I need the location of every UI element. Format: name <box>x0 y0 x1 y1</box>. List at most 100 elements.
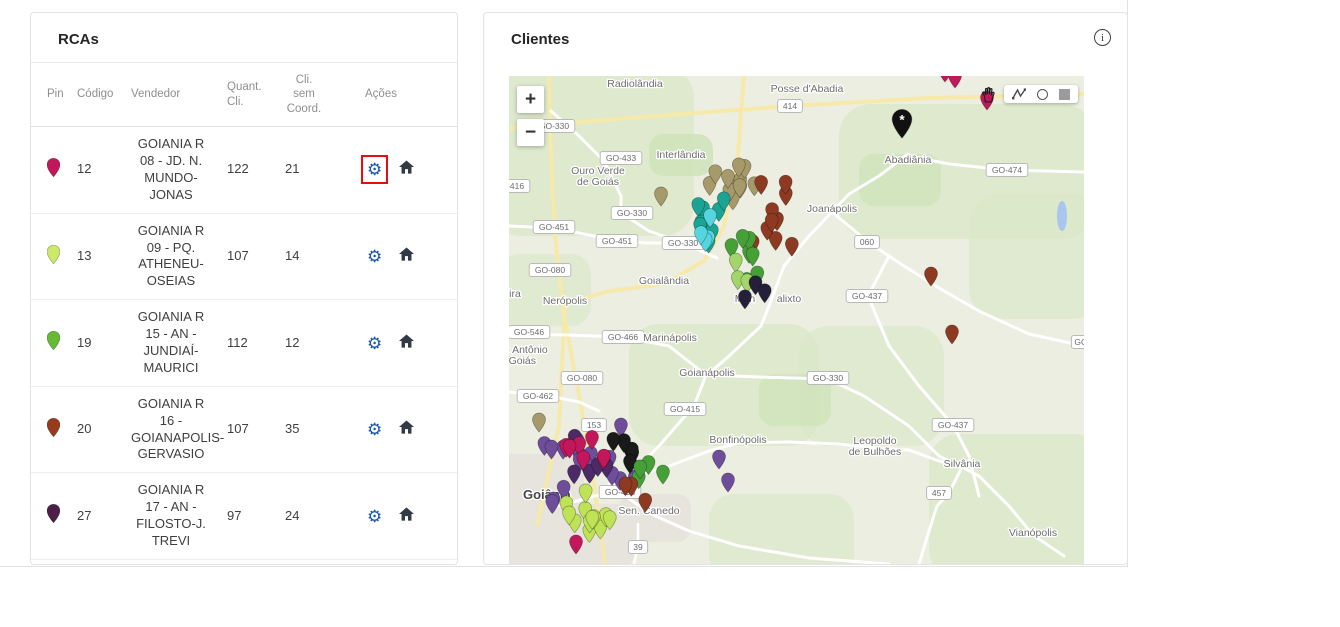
col-codigo: Código <box>73 63 121 127</box>
rca-pin-cell <box>31 473 73 560</box>
client-pin[interactable] <box>607 432 620 451</box>
road-badge: GO <box>1074 337 1084 347</box>
client-pin[interactable] <box>533 413 546 432</box>
road-badge: 457 <box>932 488 946 498</box>
rca-codigo: 19 <box>73 300 121 387</box>
place-label: Nerópolis <box>543 295 587 307</box>
road-badge: 39 <box>633 542 643 552</box>
col-vendedor: Vendedor <box>121 63 221 127</box>
road-badge: GO-433 <box>606 153 637 163</box>
rca-quant-cli: 112 <box>221 300 277 387</box>
client-pin[interactable] <box>946 325 959 344</box>
place-label: Goianápolis <box>679 367 734 379</box>
client-pin[interactable] <box>713 450 726 469</box>
settings-gear-button[interactable]: ⚙ <box>367 508 382 525</box>
place-label: Interlândia <box>656 149 705 161</box>
client-pin[interactable] <box>746 247 759 266</box>
road-badge: GO-415 <box>670 404 701 414</box>
clientes-title: Clientes <box>484 13 1127 62</box>
pan-hand-icon[interactable] <box>980 86 997 103</box>
client-pin[interactable] <box>729 253 742 272</box>
col-cli-sem-coord: Cli. sem Coord. <box>277 63 339 127</box>
info-icon[interactable]: i <box>1094 29 1111 46</box>
rca-pin-icon <box>47 158 60 177</box>
rca-pin-cell <box>31 213 73 300</box>
place-label: Abadiânia <box>885 154 932 166</box>
place-label: Joanápolis <box>807 203 857 215</box>
rca-row: 13 GOIANIA R 09 - PQ. ATHENEU-OSEIAS 107… <box>31 213 457 300</box>
home-button[interactable] <box>399 247 414 266</box>
road-badge: GO-330 <box>813 373 844 383</box>
road-badge: 060 <box>860 237 874 247</box>
road-badge: GO-437 <box>938 420 969 430</box>
rca-cli-sem-coord: 35 <box>277 386 339 473</box>
road-badge: GO-474 <box>992 165 1023 175</box>
draw-polygon-icon[interactable] <box>1012 88 1026 100</box>
rca-cli-sem-coord: 12 <box>277 300 339 387</box>
rca-vendedor: GOIANIA R 23 - AN - CENTRO-ROSANA <box>121 559 221 565</box>
zoom-in-button[interactable]: + <box>517 86 544 113</box>
client-pin[interactable] <box>925 267 938 286</box>
draw-rectangle-icon[interactable] <box>1059 89 1070 100</box>
rca-acoes: ⚙ <box>339 300 457 387</box>
place-label: alixto <box>777 293 802 305</box>
svg-text:*: * <box>899 113 905 128</box>
clientes-panel: Clientes i <box>483 12 1128 565</box>
rca-acoes: ⚙ <box>339 386 457 473</box>
place-label: Posse d'Abadia <box>771 83 844 95</box>
rca-quant-cli: 107 <box>221 213 277 300</box>
place-label: Leopoldode Bulhões <box>849 435 902 458</box>
rca-pin-icon <box>47 418 60 437</box>
rca-acoes: ⚙ <box>339 473 457 560</box>
rca-acoes: ⚙ <box>339 559 457 565</box>
rca-cli-sem-coord: 14 <box>277 213 339 300</box>
rca-cli-sem-coord: 24 <box>277 473 339 560</box>
client-pin[interactable] <box>656 465 669 484</box>
zoom-out-button[interactable]: − <box>517 119 544 146</box>
road-badge: 153 <box>587 420 601 430</box>
rca-cli-sem-coord: 21 <box>277 127 339 214</box>
rcas-table: Pin Código Vendedor Quant. Cli. Cli. sem… <box>31 63 457 565</box>
home-button[interactable] <box>399 420 414 439</box>
rca-cli-sem-coord: 18 <box>277 559 339 565</box>
rcas-title: RCAs <box>31 13 457 63</box>
settings-gear-button[interactable]: ⚙ <box>367 421 382 438</box>
road-badge: GO-330 <box>617 208 648 218</box>
map-canvas[interactable]: GO-330414GO-433GO-474GO-416GO-330GO-451G… <box>509 76 1084 564</box>
rca-pin-cell <box>31 559 73 565</box>
rca-acoes: ⚙ <box>339 127 457 214</box>
road-badge: GO-416 <box>509 181 524 191</box>
rca-vendedor: GOIANIA R 16 - GOIANAPOLIS-GERVASIO <box>121 386 221 473</box>
settings-gear-button[interactable]: ⚙ <box>367 335 382 352</box>
place-label: Goialândia <box>639 275 689 287</box>
settings-gear-button[interactable]: ⚙ <box>367 161 382 178</box>
rca-row: 32 GOIANIA R 23 - AN - CENTRO-ROSANA 112… <box>31 559 457 565</box>
rca-quant-cli: 122 <box>221 127 277 214</box>
client-pin[interactable] <box>738 290 751 309</box>
draw-circle-icon[interactable] <box>1037 89 1048 100</box>
place-label: Bonfinópolis <box>709 434 766 446</box>
rca-pin-cell <box>31 386 73 473</box>
road-badge: GO-462 <box>523 391 554 401</box>
rca-codigo: 27 <box>73 473 121 560</box>
rca-quant-cli: 107 <box>221 386 277 473</box>
col-quant-cli: Quant. Cli. <box>221 63 277 127</box>
place-label: Marinápolis <box>643 332 697 344</box>
rca-row: 12 GOIANIA R 08 - JD. N. MUNDO-JONAS 122… <box>31 127 457 214</box>
settings-gear-button[interactable]: ⚙ <box>367 248 382 265</box>
client-pin[interactable] <box>758 284 771 303</box>
road-badge: GO-451 <box>539 222 570 232</box>
rcas-panel: RCAs Pin Código Vendedor Quant. Cli. Cli… <box>30 12 458 565</box>
clients-map[interactable]: GO-330414GO-433GO-474GO-416GO-330GO-451G… <box>509 76 1084 564</box>
client-pin[interactable] <box>949 76 962 88</box>
rca-row: 27 GOIANIA R 17 - AN - FILOSTO-J. TREVI … <box>31 473 457 560</box>
app-window: RCAs Pin Código Vendedor Quant. Cli. Cli… <box>0 0 1128 567</box>
rca-vendedor: GOIANIA R 08 - JD. N. MUNDO-JONAS <box>121 127 221 214</box>
home-button[interactable] <box>399 507 414 526</box>
client-pin[interactable] <box>722 473 735 492</box>
home-button[interactable] <box>399 334 414 353</box>
home-button[interactable] <box>399 160 414 179</box>
rca-quant-cli: 112 <box>221 559 277 565</box>
rca-codigo: 13 <box>73 213 121 300</box>
rca-codigo: 12 <box>73 127 121 214</box>
